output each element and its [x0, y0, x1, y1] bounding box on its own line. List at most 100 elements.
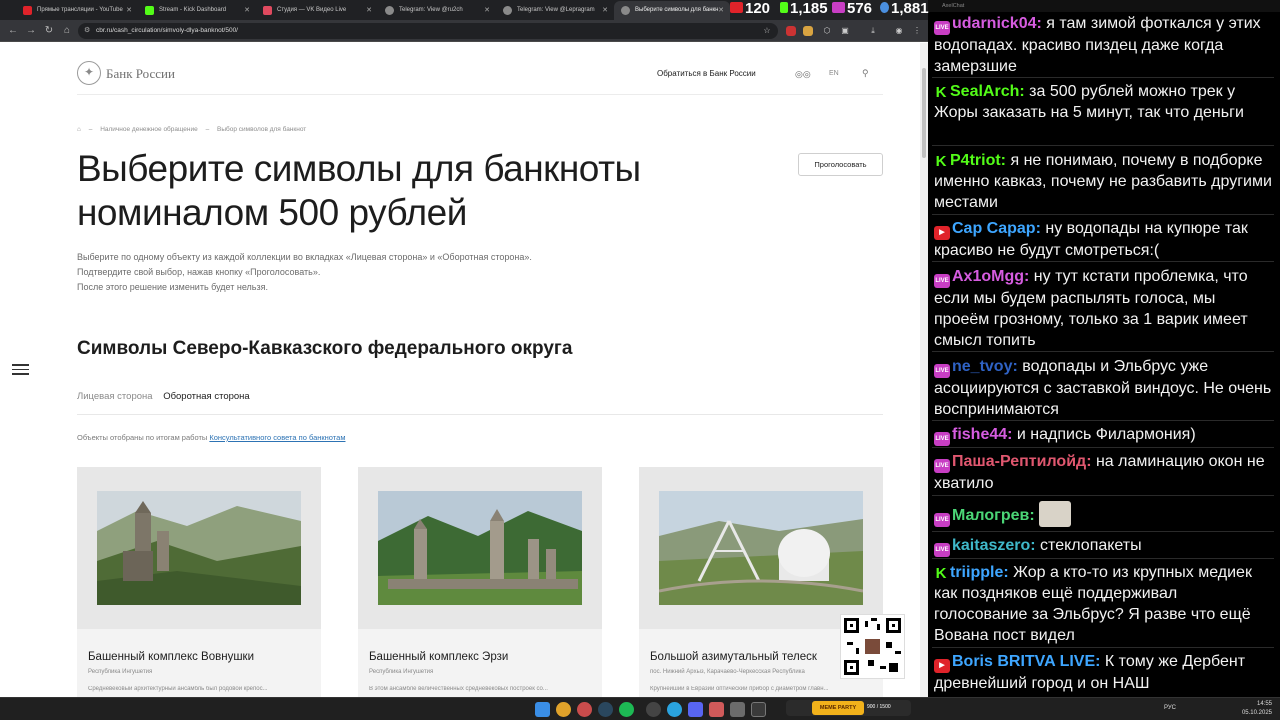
chat-separator — [932, 447, 1274, 448]
telegram-icon[interactable] — [667, 702, 682, 717]
close-icon[interactable]: ✕ — [484, 1, 490, 20]
chat-separator — [932, 77, 1274, 78]
windows-taskbar: РУС 14:55 05.10.2025 — [0, 697, 1280, 720]
chat-message: LIVE Малогрев: — [934, 501, 1274, 527]
url-field[interactable]: ⚙ cbr.ru/cash_circulation/simvoly-dlya-b… — [78, 23, 778, 39]
close-icon[interactable]: ✕ — [244, 1, 250, 20]
bookmark-star-icon[interactable]: ☆ — [760, 24, 774, 38]
browser-icon[interactable] — [577, 702, 592, 717]
forward-icon[interactable]: → — [24, 24, 38, 38]
kick-viewer-count: 1,185 — [790, 0, 828, 17]
tab-label: Прямые трансляции - YouTube — [37, 7, 123, 13]
close-icon[interactable]: ✕ — [366, 1, 372, 20]
breadcrumb-item[interactable]: Наличное денежное обращение — [100, 126, 198, 133]
card-vovnushki[interactable]: Башенный комплекс Вовнушки Республика Ин… — [77, 467, 321, 697]
vk-live-badge-icon: LIVE — [934, 21, 950, 35]
chat-nickname: ne_tvoy: — [952, 358, 1018, 375]
card-erzi[interactable]: Башенный комплекс Эрзи Республика Ингуше… — [358, 467, 602, 697]
page-scrollbar-thumb[interactable] — [922, 68, 926, 158]
appeal-link[interactable]: Обратиться в Банк России — [657, 69, 756, 78]
chrome-icon[interactable] — [556, 702, 571, 717]
breadcrumb-separator: – — [88, 126, 93, 133]
globe-icon — [621, 6, 630, 15]
reload-icon[interactable]: ↻ — [42, 24, 56, 38]
tab-youtube[interactable]: Прямые трансляции - YouTube ✕ — [16, 1, 138, 20]
puzzle-icon[interactable]: ▣ — [838, 24, 852, 38]
vk-live-badge-icon: LIVE — [934, 274, 950, 288]
hamburger-menu-icon[interactable] — [12, 364, 29, 375]
card-description: Крупнейший в Евразии оптический прибор с… — [650, 686, 829, 692]
tab-back-side[interactable]: Оборотная сторона — [163, 391, 250, 402]
vk-live-badge-icon: LIVE — [934, 513, 950, 527]
accessibility-glasses-icon[interactable]: ◎◎ — [795, 69, 811, 80]
tab-front-side[interactable]: Лицевая сторона — [77, 391, 153, 402]
tab-telegram-ru2ch[interactable]: Telegram: View @ru2ch ✕ — [378, 1, 496, 20]
chat-text: стеклопакеты — [1040, 537, 1142, 554]
extension-icon[interactable]: ⬡ — [820, 24, 834, 38]
kick-icon — [780, 2, 788, 13]
obs-icon[interactable] — [646, 702, 661, 717]
breadcrumb-item[interactable]: Выбор символов для банкнот — [217, 126, 306, 133]
chat-nickname: Паша-Рептилойд: — [952, 453, 1092, 470]
tab-kick[interactable]: Stream - Kick Dashboard ✕ — [138, 1, 256, 20]
youtube-badge-icon: ▶ — [934, 226, 950, 240]
card-title: Большой азимутальный телеск — [650, 651, 817, 663]
globe-icon — [385, 6, 394, 15]
menu-icon[interactable]: ⋮ — [910, 24, 924, 38]
app-icon[interactable] — [688, 702, 703, 717]
vk-live-icon — [832, 2, 845, 13]
vk-live-badge-icon: LIVE — [934, 543, 950, 557]
chat-separator — [932, 145, 1274, 146]
card-title: Башенный комплекс Эрзи — [369, 651, 509, 663]
cat-emote-icon — [1039, 501, 1072, 527]
windows-start-icon[interactable] — [535, 702, 550, 717]
chat-text: и надпись Филармония) — [1016, 426, 1196, 443]
chat-message: ▶ Cap Capap: ну водопады на купюре так кр… — [934, 218, 1274, 261]
kick-icon — [145, 6, 154, 15]
music-widget-label: MEME PARTY — [812, 701, 864, 715]
tab-cbr-active[interactable]: Выберите символы для банкн ✕ — [614, 1, 730, 20]
chat-message: ▶ Boris BRITVA LIVE: К тому же Дербент др… — [934, 651, 1274, 694]
vovnushki-photo — [97, 491, 301, 605]
profile-icon[interactable]: ◉ — [892, 24, 906, 38]
close-icon[interactable]: ✕ — [718, 1, 724, 20]
close-icon[interactable]: ✕ — [602, 1, 608, 20]
search-icon[interactable]: ⚲ — [862, 68, 869, 79]
vk-viewer-count: 576 — [847, 0, 873, 17]
globe-icon — [503, 6, 512, 15]
people-icon — [880, 2, 889, 13]
home-icon[interactable]: ⌂ — [60, 24, 74, 38]
language-switch[interactable]: EN — [829, 70, 839, 77]
app-icon[interactable] — [730, 702, 745, 717]
bank-emblem-icon[interactable]: ✦ — [77, 61, 101, 85]
chat-nickname: fishe44: — [952, 426, 1013, 443]
axelchat-icon[interactable] — [709, 702, 724, 717]
browser-window: Прямые трансляции - YouTube ✕ Stream - K… — [0, 0, 928, 697]
youtube-icon — [730, 2, 743, 13]
tab-vk[interactable]: Студия — VK Видео Live ✕ — [256, 1, 378, 20]
chat-nickname: Ax1oMgg: — [952, 268, 1030, 285]
vote-button[interactable]: Проголосовать — [798, 153, 883, 176]
close-icon[interactable]: ✕ — [126, 1, 132, 20]
home-icon[interactable]: ⌂ — [77, 126, 81, 133]
page-title: Выберите символы для банкноты номиналом … — [77, 148, 641, 233]
spotify-icon[interactable] — [619, 702, 634, 717]
tab-label: Telegram: View @Lepragram — [517, 7, 595, 13]
system-clock[interactable]: 14:55 05.10.2025 — [1242, 700, 1272, 718]
chat-nickname: SealArch: — [950, 83, 1025, 100]
extension-icon[interactable] — [803, 26, 813, 36]
site-info-icon[interactable]: ⚙ — [84, 23, 90, 39]
back-icon[interactable]: ← — [6, 24, 20, 38]
intro-line: После этого решение изменить будет нельз… — [77, 282, 268, 292]
download-icon[interactable]: ⤓ — [866, 24, 880, 38]
keyboard-language[interactable]: РУС — [1164, 705, 1176, 711]
app-icon[interactable] — [751, 702, 766, 717]
extension-icon[interactable] — [786, 26, 796, 36]
steam-icon[interactable] — [598, 702, 613, 717]
chat-message: LIVE udarnick04: я там зимой фоткался у э… — [934, 13, 1274, 77]
tab-telegram-lepragram[interactable]: Telegram: View @Lepragram ✕ — [496, 1, 614, 20]
advisory-council-link[interactable]: Консультативного совета по банкнотам — [209, 433, 345, 442]
logo-text[interactable]: Банк России — [106, 66, 175, 82]
vk-viewers: 576 — [832, 0, 872, 17]
url-text: cbr.ru/cash_circulation/simvoly-dlya-ban… — [96, 27, 238, 34]
